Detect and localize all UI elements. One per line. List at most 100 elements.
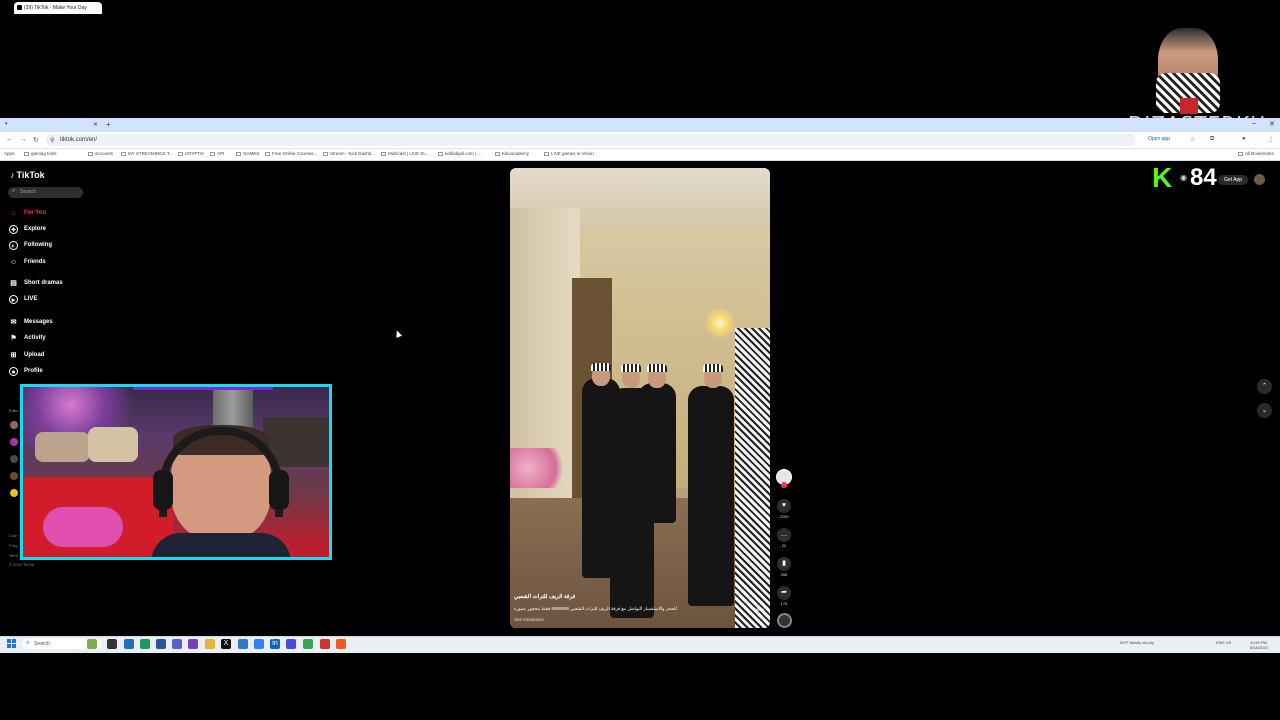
nav-explore[interactable]: ✦ Explore: [9, 225, 99, 237]
webcam-blanket: [43, 507, 123, 547]
app-icon[interactable]: [238, 639, 248, 649]
bookmark-item[interactable]: LIVE games in Vision: [544, 151, 594, 156]
save-button[interactable]: ▮ 396: [776, 557, 792, 577]
bookmark-item[interactable]: Multicast | LIVE St...: [381, 151, 428, 156]
screen: DIZASTERKH ▾ (39) TikTok - Make Your Day…: [0, 0, 1280, 720]
bookmark-item[interactable]: kofindipal.com | ...: [438, 151, 481, 156]
nav-short-dramas[interactable]: ▤ Short dramas: [9, 279, 99, 291]
tab-search-icon[interactable]: ▾: [5, 121, 8, 127]
minimize-icon[interactable]: –: [1252, 120, 1256, 127]
nav-live[interactable]: ▸ LIVE: [9, 295, 99, 307]
profile-icon: ●: [9, 367, 18, 376]
linkedin-icon[interactable]: in: [270, 639, 280, 649]
close-window-icon[interactable]: ✕: [1269, 120, 1275, 128]
nav-label: Activity: [24, 335, 46, 341]
bookmark-item[interactable]: gaming tools: [24, 151, 57, 156]
nav-profile[interactable]: ● Profile: [9, 367, 99, 379]
browser-tab[interactable]: (39) TikTok - Make Your Day: [14, 2, 102, 14]
get-app-button[interactable]: Get App: [1218, 175, 1248, 185]
taskbar-search-placeholder: Search: [34, 641, 50, 647]
app-icon[interactable]: [254, 639, 264, 649]
task-view-icon[interactable]: [107, 639, 117, 649]
video-description: للحجز والاستفسار التواصل مع فرقة الريف ل…: [514, 606, 677, 611]
search-input[interactable]: ⌕ Search: [8, 187, 83, 198]
app-icon[interactable]: [320, 639, 330, 649]
bookmark-item[interactable]: CRYPTO: [178, 151, 204, 156]
profile-icon[interactable]: ●: [1242, 136, 1246, 142]
footer-link[interactable]: Com: [9, 533, 17, 538]
footer-link[interactable]: Term: [9, 553, 18, 558]
all-bookmarks[interactable]: All Bookmarks: [1238, 151, 1274, 156]
search-icon: ⌕: [12, 188, 16, 194]
forward-icon[interactable]: →: [20, 136, 27, 143]
nav-activity[interactable]: ⚑ Activity: [9, 334, 99, 346]
new-tab-icon[interactable]: +: [106, 120, 111, 129]
brave-icon[interactable]: [336, 639, 346, 649]
site-info-icon: ⚲: [50, 138, 55, 144]
bookmark-item[interactable]: GAMES: [236, 151, 259, 156]
nav-upload[interactable]: ⊞ Upload: [9, 351, 99, 363]
tab-close-icon[interactable]: ✕: [93, 121, 98, 128]
follow-plus-icon[interactable]: [781, 482, 787, 488]
bookmark-item[interactable]: API: [210, 151, 224, 156]
previous-video-button[interactable]: ⌃: [1257, 379, 1272, 394]
nav-messages[interactable]: ✉ Messages: [9, 318, 99, 330]
back-icon[interactable]: ←: [6, 136, 13, 143]
compass-icon: ✦: [9, 225, 18, 234]
bookmark-item[interactable]: Stream - Kick Dashb...: [323, 151, 375, 156]
bookmark-item[interactable]: Free Online Courses...: [265, 151, 317, 156]
following-accounts-label: Follo: [9, 408, 18, 413]
next-video-button[interactable]: ⌄: [1257, 403, 1272, 418]
taskbar-widget-icon[interactable]: [87, 639, 97, 649]
more-button[interactable]: more: [753, 607, 764, 612]
user-avatar[interactable]: [1254, 174, 1265, 185]
followed-account-avatar[interactable]: [10, 421, 18, 429]
bookmark-star-icon[interactable]: ☆: [1190, 136, 1195, 143]
folder-icon[interactable]: [205, 639, 215, 649]
sound-disc-icon[interactable]: [777, 613, 792, 628]
bookmark-item[interactable]: accounts: [88, 151, 113, 156]
open-app-button[interactable]: Open app: [1148, 136, 1170, 142]
nav-for-you[interactable]: ⌂ For You: [9, 209, 99, 221]
followed-account-avatar[interactable]: [10, 438, 18, 446]
video-player[interactable]: فرقة الريف للتراث الشعبي للحجز والاستفسا…: [510, 168, 770, 628]
bookmark-item[interactable]: Apps: [4, 151, 14, 156]
x-icon[interactable]: X: [221, 639, 231, 649]
reload-icon[interactable]: ↻: [33, 136, 39, 144]
file-explorer-icon[interactable]: [156, 639, 166, 649]
url-input[interactable]: ⚲ tiktok.com/en/: [46, 134, 1136, 146]
followed-account-avatar[interactable]: [10, 455, 18, 463]
footer-link[interactable]: Prog: [9, 543, 17, 548]
extensions-icon[interactable]: ⧉: [1210, 136, 1214, 143]
teams-icon[interactable]: [172, 639, 182, 649]
windows-start-icon[interactable]: [7, 639, 17, 649]
comment-button[interactable]: … 22: [776, 528, 792, 548]
search-placeholder: Search: [20, 189, 36, 195]
like-button[interactable]: ♥ 2259: [776, 499, 792, 519]
webcam-overlay: [20, 384, 332, 560]
weather-widget[interactable]: 59°F Mostly cloudy: [1120, 640, 1154, 645]
chrome-icon[interactable]: [303, 639, 313, 649]
see-translation-link[interactable]: See translation: [514, 617, 544, 622]
webcam-accent-bar: [133, 387, 273, 390]
share-button[interactable]: ➦ 176: [776, 586, 792, 606]
bookmark-item[interactable]: MY STREAMINGS T...: [121, 151, 173, 156]
app-icon[interactable]: [286, 639, 296, 649]
tiktok-favicon-icon: [17, 5, 22, 10]
followed-account-avatar[interactable]: [10, 472, 18, 480]
browser-menu-icon[interactable]: ⋮: [1268, 136, 1274, 143]
app-icon[interactable]: [188, 639, 198, 649]
edge-icon[interactable]: [124, 639, 134, 649]
nav-friends[interactable]: ☺ Friends: [9, 258, 99, 270]
bookmark-item[interactable]: Kikoocademy: [495, 151, 529, 156]
followed-account-avatar[interactable]: [10, 489, 18, 497]
video-caption[interactable]: فرقة الريف للتراث الشعبي: [514, 594, 575, 600]
share-count: 176: [780, 601, 788, 606]
copyright: © 2024 TikTok: [9, 562, 35, 567]
messages-icon: ✉: [10, 319, 17, 326]
nav-following[interactable]: ◐ Following: [9, 241, 99, 253]
nav-label: Profile: [24, 368, 43, 374]
tiktok-logo[interactable]: ♪ TikTok: [10, 170, 45, 180]
chrome-icon[interactable]: [140, 639, 150, 649]
language-indicator[interactable]: ENG US: [1216, 640, 1231, 645]
